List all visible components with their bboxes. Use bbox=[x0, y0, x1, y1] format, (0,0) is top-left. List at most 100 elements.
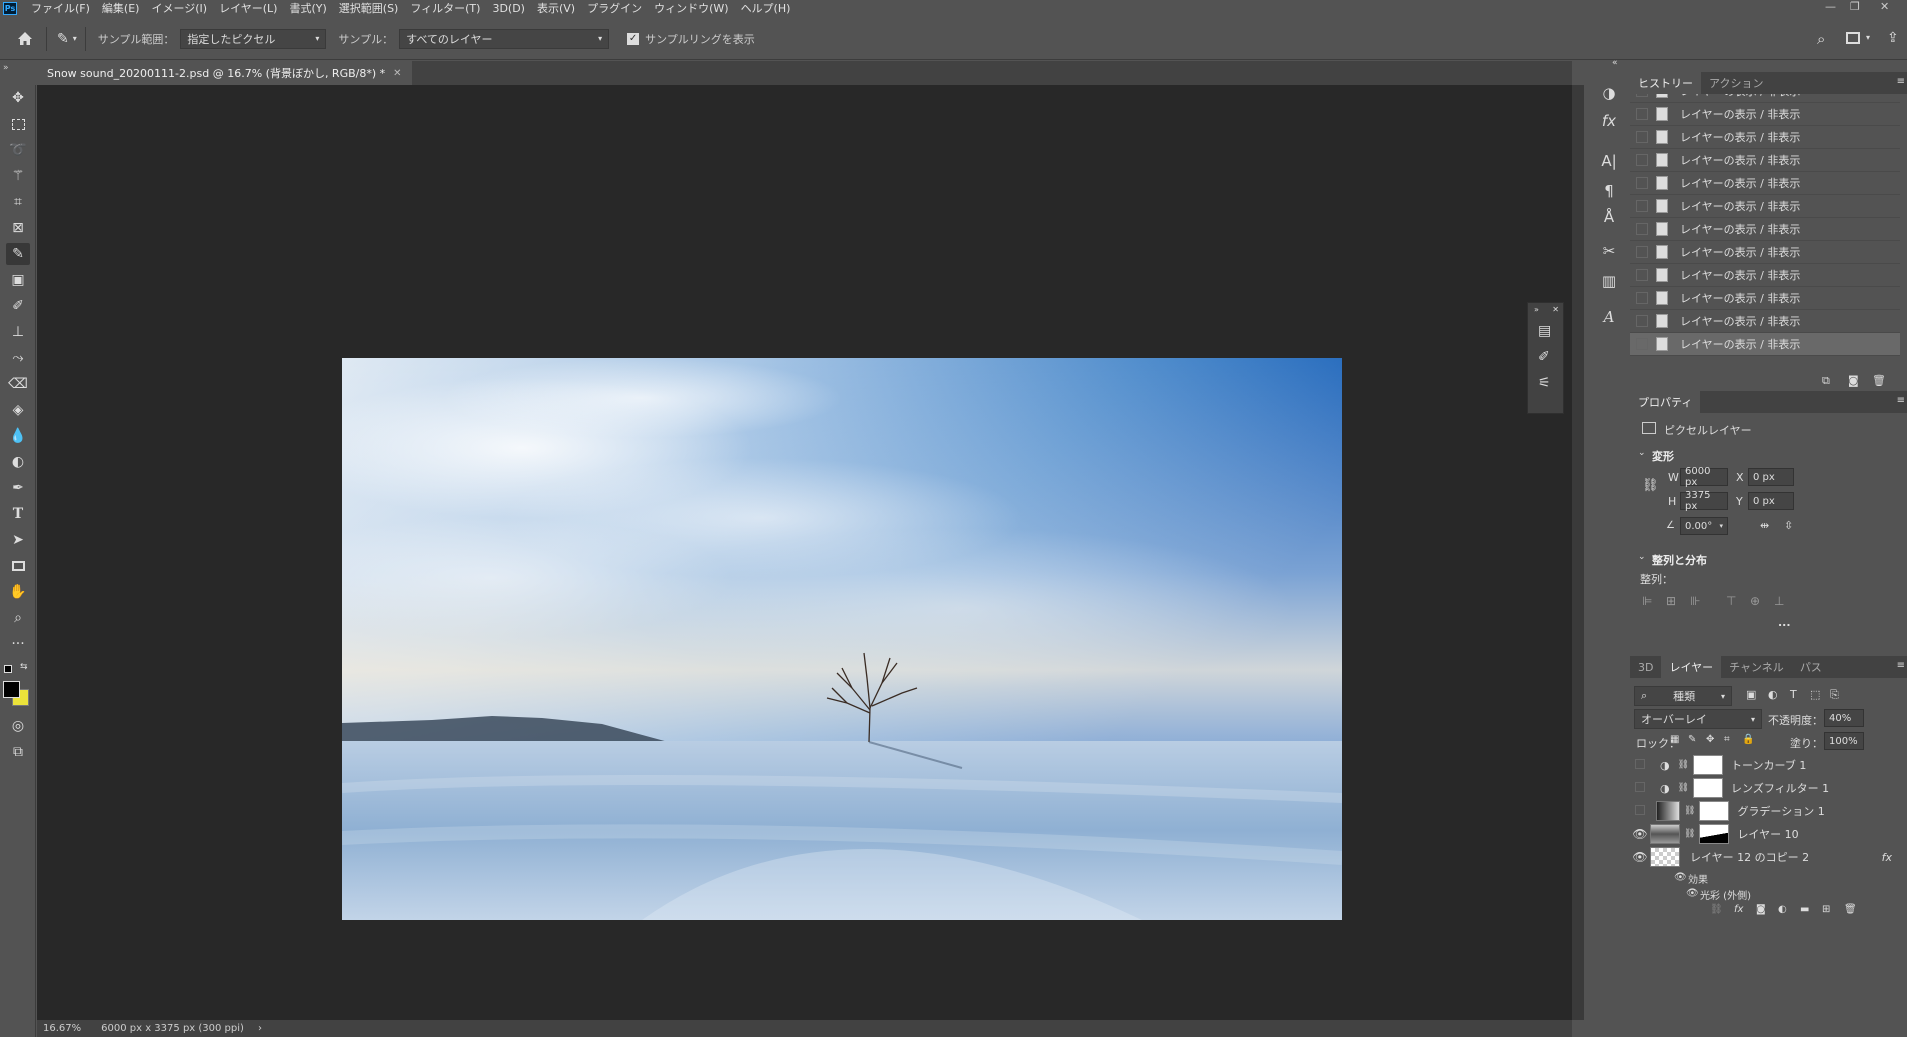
history-brush-tool-icon[interactable]: ⤳ bbox=[6, 347, 30, 369]
adjustments-icon[interactable]: ⚟ bbox=[1538, 375, 1551, 391]
stamp-tool-icon[interactable]: ⊥ bbox=[6, 321, 30, 343]
transform-chevron-icon[interactable]: ⌄ bbox=[1638, 448, 1646, 458]
eye-icon[interactable]: 👁 bbox=[1630, 827, 1650, 841]
history-item[interactable]: レイヤーの表示 / 非表示 bbox=[1630, 264, 1900, 287]
styles-icon[interactable]: fx bbox=[1598, 110, 1620, 132]
menu-filter[interactable]: フィルター(T) bbox=[404, 0, 486, 17]
menu-select[interactable]: 選択範囲(S) bbox=[333, 0, 405, 17]
histogram-icon[interactable]: ▤ bbox=[1538, 323, 1551, 339]
color-icon[interactable]: ◑ bbox=[1598, 82, 1620, 104]
new-group-icon[interactable]: ▬ bbox=[1800, 904, 1809, 915]
filter-adjustment-icon[interactable]: ◐ bbox=[1768, 688, 1778, 701]
history-item[interactable]: レイヤーの表示 / 非表示 bbox=[1630, 241, 1900, 264]
more-options-icon[interactable]: ... bbox=[1778, 616, 1791, 629]
align-middle-v-icon[interactable]: ⊕ bbox=[1750, 594, 1760, 608]
delete-state-icon[interactable]: 🗑 bbox=[1872, 374, 1886, 387]
rectangle-tool-icon[interactable] bbox=[6, 555, 30, 577]
menu-help[interactable]: ヘルプ(H) bbox=[735, 0, 797, 17]
close-tab-icon[interactable]: ✕ bbox=[393, 68, 401, 79]
history-item[interactable]: レイヤーの表示 / 非表示 bbox=[1630, 103, 1900, 126]
opacity-field[interactable]: 40% bbox=[1824, 709, 1864, 727]
history-item[interactable]: レイヤーの表示 / 非表示 bbox=[1630, 218, 1900, 241]
lock-image-icon[interactable]: ✎ bbox=[1688, 734, 1696, 745]
paint-bucket-tool-icon[interactable]: ◈ bbox=[6, 399, 30, 421]
quick-mask-icon[interactable]: ◎ bbox=[6, 715, 30, 737]
tab-channels[interactable]: チャンネル bbox=[1721, 656, 1792, 678]
collapse-panels-icon[interactable]: « bbox=[1612, 58, 1618, 68]
height-field[interactable]: 3375 px bbox=[1680, 490, 1728, 512]
sample-size-select[interactable]: 指定したピクセル ▾ bbox=[180, 28, 327, 49]
history-item[interactable]: レイヤーの表示 / 非表示 bbox=[1630, 172, 1900, 195]
brush-settings-icon[interactable]: ✐ bbox=[1538, 349, 1550, 365]
layer-mask-thumbnail[interactable] bbox=[1699, 824, 1730, 844]
crop-tool-icon[interactable]: ⌗ bbox=[6, 191, 30, 213]
swap-colors-icon[interactable]: ⇆ bbox=[20, 662, 28, 672]
filter-smart-object-icon[interactable]: ⎘ bbox=[1830, 688, 1839, 702]
visibility-toggle[interactable] bbox=[1630, 758, 1650, 772]
document-tab[interactable]: Snow sound_20200111-2.psd @ 16.7% (背景ぼかし… bbox=[37, 61, 412, 85]
brush-tool-icon[interactable]: ✐ bbox=[6, 295, 30, 317]
share-icon[interactable]: ⇪ bbox=[1887, 30, 1899, 46]
glyphs-icon[interactable]: Å bbox=[1598, 206, 1620, 228]
menu-edit[interactable]: 編集(E) bbox=[96, 0, 146, 17]
tab-properties[interactable]: プロパティ bbox=[1630, 391, 1701, 413]
search-icon[interactable]: ⌕ bbox=[1817, 30, 1825, 48]
status-menu-arrow[interactable]: › bbox=[258, 1023, 262, 1034]
patch-tool-icon[interactable]: ▣ bbox=[6, 269, 30, 291]
link-icon[interactable]: ⛓ bbox=[1642, 478, 1659, 493]
link-layers-icon[interactable]: ⛓ bbox=[1710, 904, 1723, 915]
foreground-color-swatch[interactable] bbox=[3, 681, 20, 698]
fx-badge[interactable]: fx bbox=[1882, 851, 1892, 864]
menu-plugins[interactable]: プラグイン bbox=[581, 0, 648, 17]
snapshot-icon[interactable]: ◙ bbox=[1848, 374, 1859, 387]
tab-layers[interactable]: レイヤー bbox=[1661, 656, 1722, 678]
blur-tool-icon[interactable]: 💧 bbox=[6, 425, 30, 447]
eyedropper-tool-preset-icon[interactable]: ✎ bbox=[57, 31, 69, 47]
tab-actions[interactable]: アクション bbox=[1701, 72, 1771, 94]
lasso-tool-icon[interactable]: ➰ bbox=[6, 139, 30, 161]
eraser-tool-icon[interactable]: ⌫ bbox=[6, 373, 30, 395]
flip-vertical-icon[interactable]: ⇳ bbox=[1784, 519, 1793, 532]
align-bottom-icon[interactable]: ⊥ bbox=[1774, 594, 1784, 608]
history-item[interactable]: レイヤーの表示 / 非表示 bbox=[1630, 94, 1900, 103]
visibility-toggle[interactable] bbox=[1630, 781, 1650, 795]
document-image[interactable] bbox=[342, 358, 1342, 920]
new-document-from-state-icon[interactable]: ⧉ bbox=[1822, 374, 1830, 388]
more-tools-icon[interactable]: ··· bbox=[6, 633, 30, 655]
layer-thumbnail[interactable] bbox=[1650, 824, 1680, 844]
layer-row[interactable]: 👁 レイヤー 12 のコピー 2 fx bbox=[1630, 843, 1900, 871]
layer-mask-thumbnail[interactable] bbox=[1699, 801, 1730, 821]
lock-all-icon[interactable]: 🔒 bbox=[1742, 734, 1754, 745]
move-tool-icon[interactable]: ✥ bbox=[6, 87, 30, 109]
delete-layer-icon[interactable]: 🗑 bbox=[1844, 904, 1857, 915]
blend-mode-select[interactable]: オーバーレイ ▾ bbox=[1634, 709, 1762, 729]
hand-tool-icon[interactable]: ✋ bbox=[6, 581, 30, 603]
default-colors-icon[interactable] bbox=[4, 665, 12, 673]
align-center-h-icon[interactable]: ⊞ bbox=[1666, 594, 1676, 608]
menu-view[interactable]: 表示(V) bbox=[531, 0, 581, 17]
fill-field[interactable]: 100% bbox=[1824, 732, 1864, 750]
align-left-icon[interactable]: ⊫ bbox=[1642, 594, 1652, 608]
tab-3d[interactable]: 3D bbox=[1630, 656, 1661, 678]
tab-history[interactable]: ヒストリー bbox=[1630, 72, 1701, 94]
lock-artboard-icon[interactable]: ⌗ bbox=[1724, 734, 1730, 745]
marquee-tool-icon[interactable] bbox=[6, 113, 30, 135]
panel-close-icon[interactable]: ✕ bbox=[1552, 305, 1559, 314]
history-item-current[interactable]: レイヤーの表示 / 非表示 bbox=[1630, 333, 1900, 356]
menu-window[interactable]: ウィンドウ(W) bbox=[648, 0, 734, 17]
minimize-icon[interactable]: — bbox=[1825, 0, 1836, 13]
canvas-area[interactable] bbox=[37, 85, 1572, 1020]
menu-type[interactable]: 書式(Y) bbox=[283, 0, 332, 17]
align-top-icon[interactable]: ⊤ bbox=[1726, 594, 1736, 608]
history-item[interactable]: レイヤーの表示 / 非表示 bbox=[1630, 149, 1900, 172]
show-sampling-ring-checkbox[interactable]: ✓ bbox=[627, 32, 640, 45]
home-icon[interactable] bbox=[14, 28, 36, 50]
add-style-icon[interactable]: fx bbox=[1734, 904, 1743, 915]
toolbar-collapse-icon[interactable]: » bbox=[3, 63, 9, 73]
character-icon[interactable]: A| bbox=[1598, 150, 1620, 172]
magic-wand-tool-icon[interactable]: ⚚ bbox=[6, 165, 30, 187]
properties-panel-menu-icon[interactable]: ≡ bbox=[1897, 395, 1905, 406]
eye-icon[interactable]: 👁 bbox=[1686, 888, 1699, 899]
flip-horizontal-icon[interactable]: ⇹ bbox=[1760, 519, 1769, 532]
filter-shape-icon[interactable]: ⬚ bbox=[1810, 688, 1820, 701]
